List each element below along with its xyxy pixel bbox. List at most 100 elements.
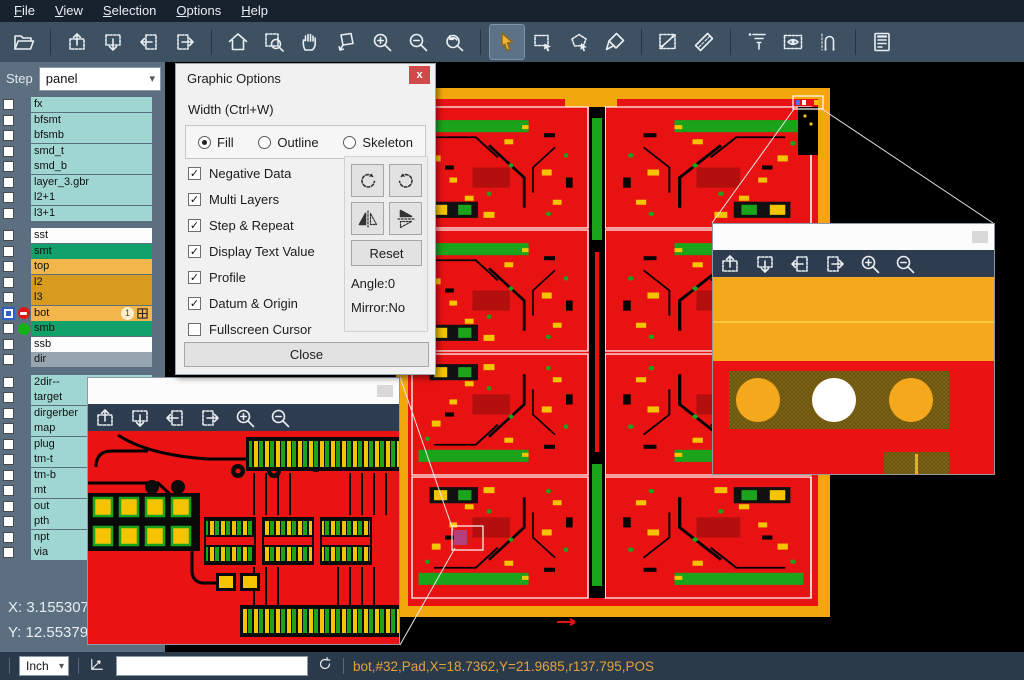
layer-label[interactable]: ssb bbox=[31, 337, 152, 352]
layer-checkbox[interactable] bbox=[0, 130, 16, 141]
layer-row-smt[interactable]: smt bbox=[0, 244, 165, 260]
brush-button[interactable] bbox=[598, 25, 632, 59]
command-input[interactable] bbox=[116, 656, 308, 676]
zoom-out-button[interactable] bbox=[267, 406, 293, 430]
layer-checkbox[interactable] bbox=[0, 292, 16, 303]
polygon-select-button[interactable] bbox=[562, 25, 596, 59]
layer-row-top[interactable]: top bbox=[0, 259, 165, 275]
home-button[interactable] bbox=[221, 25, 255, 59]
checkbox-profile[interactable]: ✓Profile bbox=[188, 264, 315, 290]
checkbox-step-repeat[interactable]: ✓Step & Repeat bbox=[188, 212, 315, 238]
layer-checkbox[interactable] bbox=[0, 354, 16, 365]
open-folder-button[interactable] bbox=[7, 25, 41, 59]
layer-row-sst[interactable]: sst bbox=[0, 228, 165, 244]
layer-label[interactable]: sst bbox=[31, 228, 152, 243]
layer-row-bfsmt[interactable]: bfsmt bbox=[0, 113, 165, 129]
mirror-h-button[interactable] bbox=[351, 202, 384, 235]
layer-label[interactable]: bot1 bbox=[31, 306, 152, 321]
layer-checkbox[interactable] bbox=[0, 115, 16, 126]
dialog-titlebar[interactable]: Graphic Options x bbox=[176, 64, 435, 92]
layer-checkbox[interactable] bbox=[0, 277, 16, 288]
pan-down-button[interactable] bbox=[96, 25, 130, 59]
pan-up-button[interactable] bbox=[60, 25, 94, 59]
layer-label[interactable]: top bbox=[31, 259, 152, 274]
menu-selection[interactable]: Selection bbox=[93, 0, 166, 22]
pan-right-button[interactable] bbox=[197, 406, 223, 430]
layer-checkbox[interactable] bbox=[0, 408, 16, 419]
layer-row-ssb[interactable]: ssb bbox=[0, 337, 165, 353]
zoom-window-button[interactable] bbox=[257, 25, 291, 59]
step-select[interactable]: panel ▾ bbox=[39, 67, 161, 91]
layer-checkbox[interactable] bbox=[0, 192, 16, 203]
layer-checkbox[interactable] bbox=[0, 99, 16, 110]
report-button[interactable] bbox=[865, 25, 899, 59]
pan-down-button[interactable] bbox=[127, 406, 153, 430]
ruler-button[interactable] bbox=[687, 25, 721, 59]
layer-row-smd_t[interactable]: smd_t bbox=[0, 144, 165, 160]
menu-help[interactable]: Help bbox=[231, 0, 278, 22]
layer-row-dir[interactable]: dir bbox=[0, 352, 165, 368]
radio-fill[interactable]: Fill bbox=[198, 135, 234, 150]
unit-select[interactable]: Inch ▾ bbox=[19, 656, 69, 676]
pan-up-button[interactable] bbox=[92, 406, 118, 430]
layer-row-l2[interactable]: l2 bbox=[0, 275, 165, 291]
angle-measure-icon[interactable] bbox=[88, 655, 106, 678]
window-button-icon[interactable] bbox=[972, 231, 988, 243]
layer-label[interactable]: smd_b bbox=[31, 159, 152, 174]
layer-checkbox[interactable] bbox=[0, 230, 16, 241]
layer-checkbox[interactable] bbox=[0, 246, 16, 257]
layer-label[interactable]: smd_t bbox=[31, 144, 152, 159]
layer-checkbox[interactable] bbox=[0, 377, 16, 388]
layer-checkbox[interactable] bbox=[0, 485, 16, 496]
layer-checkbox[interactable] bbox=[0, 161, 16, 172]
magnifier-view-left[interactable] bbox=[88, 431, 399, 644]
menu-options[interactable]: Options bbox=[166, 0, 231, 22]
layer-row-bot[interactable]: bot1 bbox=[0, 306, 165, 322]
layer-checkbox[interactable] bbox=[0, 423, 16, 434]
select-cursor-button[interactable] bbox=[490, 25, 524, 59]
measure-diagonal-button[interactable] bbox=[651, 25, 685, 59]
zoom-in-button[interactable] bbox=[232, 406, 258, 430]
layer-checkbox[interactable] bbox=[0, 392, 16, 403]
magnifier-titlebar[interactable] bbox=[713, 224, 994, 250]
net-loop-button[interactable] bbox=[812, 25, 846, 59]
layer-row-l3[interactable]: l3 bbox=[0, 290, 165, 306]
zoom-in-button[interactable] bbox=[365, 25, 399, 59]
layer-checkbox[interactable] bbox=[0, 516, 16, 527]
view-area-button[interactable] bbox=[776, 25, 810, 59]
reset-button[interactable]: Reset bbox=[351, 240, 422, 266]
layer-checkbox[interactable] bbox=[0, 532, 16, 543]
layer-checkbox[interactable] bbox=[0, 146, 16, 157]
zoom-in-button[interactable] bbox=[857, 252, 883, 276]
layer-label[interactable]: smb bbox=[31, 321, 152, 336]
rect-select-button[interactable] bbox=[526, 25, 560, 59]
layer-row-bfsmb[interactable]: bfsmb bbox=[0, 128, 165, 144]
layer-checkbox[interactable] bbox=[0, 547, 16, 558]
checkbox-display-text-value[interactable]: ✓Display Text Value bbox=[188, 238, 315, 264]
layer-label[interactable]: l2+1 bbox=[31, 190, 152, 205]
layer-checkbox[interactable] bbox=[0, 439, 16, 450]
layer-row-smb[interactable]: smb bbox=[0, 321, 165, 337]
checkbox-fullscreen-cursor[interactable]: Fullscreen Cursor bbox=[188, 316, 315, 342]
rotate-cw-button[interactable] bbox=[351, 164, 384, 197]
checkbox-negative-data[interactable]: ✓Negative Data bbox=[188, 160, 315, 186]
layer-row-l3+1[interactable]: l3+1 bbox=[0, 206, 165, 222]
layer-row-fx[interactable]: fx bbox=[0, 97, 165, 113]
layer-checkbox[interactable] bbox=[0, 454, 16, 465]
layer-label[interactable]: dir bbox=[31, 352, 152, 367]
magnifier-view-right[interactable] bbox=[713, 277, 994, 474]
pan-left-button[interactable] bbox=[132, 25, 166, 59]
layer-label[interactable]: bfsmb bbox=[31, 128, 152, 143]
zoom-out-button[interactable] bbox=[401, 25, 435, 59]
zoom-out-button[interactable] bbox=[892, 252, 918, 276]
pan-down-button[interactable] bbox=[752, 252, 778, 276]
close-button[interactable]: Close bbox=[184, 342, 429, 367]
refresh-icon[interactable] bbox=[316, 655, 334, 678]
menu-file[interactable]: File bbox=[4, 0, 45, 22]
checkbox-datum-origin[interactable]: ✓Datum & Origin bbox=[188, 290, 315, 316]
layer-label[interactable]: fx bbox=[31, 97, 152, 112]
magnifier-titlebar[interactable] bbox=[88, 378, 399, 404]
close-icon[interactable]: x bbox=[409, 66, 430, 84]
layer-checkbox[interactable] bbox=[0, 308, 16, 319]
layer-checkbox[interactable] bbox=[0, 177, 16, 188]
